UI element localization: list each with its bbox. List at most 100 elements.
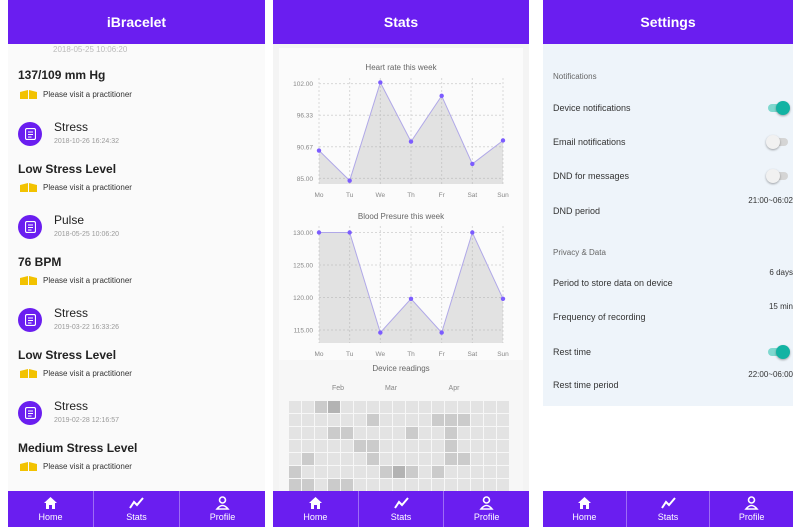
nav-home[interactable]: Home (8, 491, 94, 527)
heatmap-month-label: Feb (332, 385, 344, 392)
heatmap-cell (315, 466, 327, 478)
heatmap-cell (354, 427, 366, 439)
advice-text: Please visit a practitioner (43, 183, 132, 192)
advice-row: Please visit a practitioner (20, 276, 132, 285)
list-item[interactable]: Pulse 2018-05-25 10:06:20 (18, 213, 119, 239)
setting-device-notifications[interactable]: Device notifications (553, 98, 793, 118)
setting-store-period[interactable]: Period to store data on device 6 days (553, 268, 793, 298)
heatmap-cell (302, 401, 314, 413)
heatmap-cell (458, 414, 470, 426)
x-tick-label: Fr (439, 351, 446, 358)
heatmap-cell (328, 466, 340, 478)
advice-row: Please visit a practitioner (20, 369, 132, 378)
heatmap-cell (432, 453, 444, 465)
nav-profile[interactable]: Profile (444, 491, 529, 527)
nav-stats[interactable]: Stats (627, 491, 711, 527)
nav-label: Profile (473, 512, 500, 522)
heatmap-cell (471, 440, 483, 452)
heatmap-cell (484, 479, 496, 491)
setting-recording-frequency[interactable]: Frequency of recording 15 min (553, 302, 793, 332)
heatmap-cell (302, 453, 314, 465)
heatmap-cell (432, 440, 444, 452)
advice-row: Please visit a practitioner (20, 90, 132, 99)
email-notifications-toggle[interactable] (766, 135, 790, 149)
home-icon (577, 497, 591, 509)
heatmap-cell (458, 479, 470, 491)
chart-title: Device readings (372, 364, 429, 373)
entry-title: Stress (54, 120, 89, 134)
advice-text: Please visit a practitioner (43, 90, 132, 99)
stats-content[interactable]: Heart rate this week 102.00 96.33 90.67 85.… (273, 44, 529, 491)
nav-stats[interactable]: Stats (94, 491, 180, 527)
list-item[interactable]: Stress 2019-03-22 16:33:26 (18, 306, 119, 332)
heatmap-cell (406, 414, 418, 426)
reading-value: Medium Stress Level (18, 441, 138, 455)
heatmap-cell (471, 466, 483, 478)
data-point (347, 178, 352, 183)
heatmap-cell (432, 479, 444, 491)
stats-screen: Stats Heart rate this week 102.00 96.33 90… (273, 0, 529, 527)
heatmap-cell (354, 414, 366, 426)
nav-home[interactable]: Home (543, 491, 627, 527)
list-item[interactable]: Stress 2019-02-28 12:16:57 (18, 399, 119, 425)
heatmap-cell (393, 401, 405, 413)
heatmap-cell (302, 440, 314, 452)
reading-list[interactable]: 2018-05-25 10:06:20 137/109 mm Hg Please… (8, 44, 265, 491)
heatmap-cell (458, 427, 470, 439)
heatmap-cell (367, 427, 379, 439)
setting-rest-time[interactable]: Rest time (553, 342, 793, 362)
heatmap-cell (406, 427, 418, 439)
chart-title: Blood Presure this week (358, 212, 445, 221)
heatmap-cell (341, 466, 353, 478)
heatmap-cell (341, 453, 353, 465)
heatmap-cell (328, 479, 340, 491)
heatmap-cell (354, 401, 366, 413)
bottom-nav: Home Stats Profile (543, 491, 793, 527)
data-point (316, 230, 322, 235)
heatmap-cell (393, 427, 405, 439)
heatmap-cell (393, 453, 405, 465)
entry-timestamp: 2018-05-25 10:06:20 (53, 45, 128, 54)
setting-dnd-period[interactable]: DND period 21:00~06:02 (553, 196, 793, 226)
setting-email-notifications[interactable]: Email notifications (553, 132, 793, 152)
heatmap-cell (302, 479, 314, 491)
device-readings-card: Device readings Feb Mar Apr (279, 360, 523, 491)
heatmap-cell (458, 401, 470, 413)
dnd-messages-toggle[interactable] (766, 169, 790, 183)
y-tick-label: 120.00 (293, 295, 313, 302)
document-icon (18, 401, 42, 425)
rest-time-toggle[interactable] (768, 345, 790, 359)
heatmap-cell (328, 453, 340, 465)
x-tick-label: Tu (346, 351, 354, 358)
x-tick-label: Sun (497, 351, 509, 358)
nav-profile[interactable]: Profile (180, 491, 265, 527)
heatmap-cell (445, 466, 457, 478)
heatmap-cell (367, 466, 379, 478)
nav-home[interactable]: Home (273, 491, 359, 527)
nav-profile[interactable]: Profile (710, 491, 793, 527)
device-readings-heatmap: Device readings Feb Mar Apr (289, 364, 509, 491)
heatmap-cell (419, 427, 431, 439)
heatmap-cell (315, 479, 327, 491)
heatmap-cell (315, 401, 327, 413)
heatmap-cell (419, 414, 431, 426)
nav-stats[interactable]: Stats (359, 491, 445, 527)
settings-screen: Settings Notifications Device notificati… (543, 0, 793, 527)
heatmap-cell (497, 401, 509, 413)
list-item[interactable]: Stress 2018-10-26 16:24:32 (18, 120, 119, 146)
y-tick-label: 96.33 (297, 113, 314, 120)
heatmap-cell (445, 440, 457, 452)
settings-list: Notifications Device notifications Email… (543, 44, 793, 406)
heatmap-cell (484, 414, 496, 426)
nav-label: Home (38, 512, 63, 522)
nav-label: Profile (738, 512, 765, 522)
heatmap-cell (497, 466, 509, 478)
heatmap-cell (458, 440, 470, 452)
device-notifications-toggle[interactable] (768, 101, 790, 115)
home-icon (44, 497, 57, 509)
heatmap-cell (380, 414, 392, 426)
setting-dnd-messages[interactable]: DND for messages (553, 166, 793, 186)
heatmap-cell (289, 479, 301, 491)
setting-rest-period[interactable]: Rest time period 22:00~06:00 (553, 370, 793, 400)
rest-period-value: 22:00~06:00 (748, 370, 793, 379)
